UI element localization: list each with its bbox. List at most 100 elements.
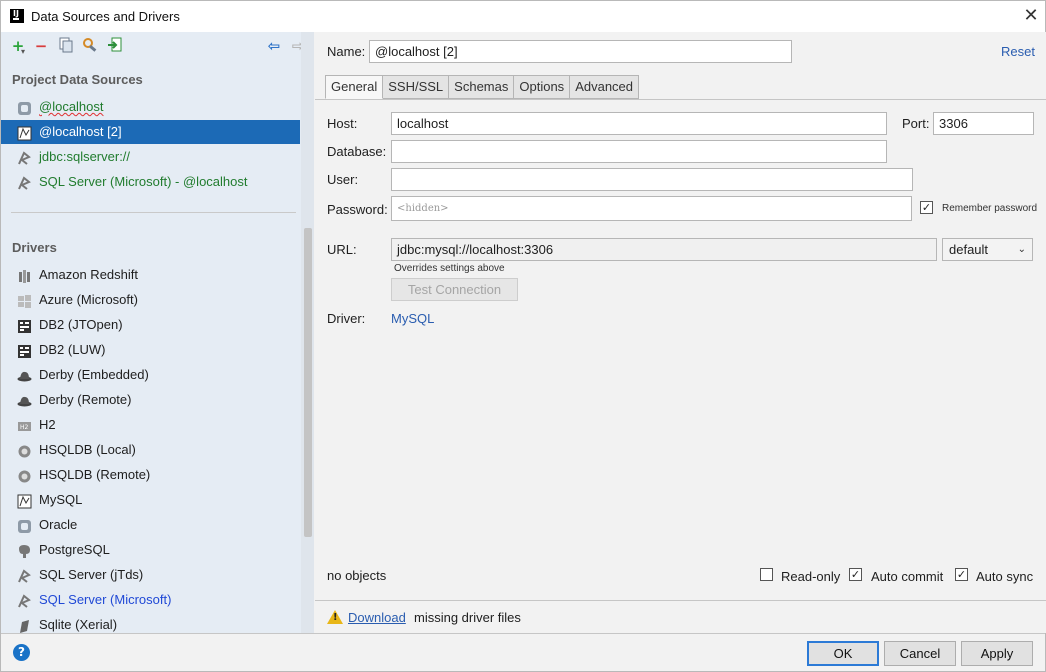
database-field[interactable]	[391, 140, 887, 163]
data-source-label: @localhost	[39, 99, 104, 114]
remember-password-checkbox[interactable]: ✓	[920, 201, 933, 214]
driver-label: Amazon Redshift	[39, 267, 138, 282]
host-label: Host:	[327, 116, 358, 131]
driver-item-hsqldb-local[interactable]: HSQLDB (Local)	[1, 438, 300, 462]
driver-label: SQL Server (Microsoft)	[39, 592, 172, 607]
driver-label: DB2 (JTOpen)	[39, 317, 123, 332]
driver-settings-icon[interactable]	[82, 37, 100, 55]
close-icon[interactable]: ✕	[1020, 5, 1042, 27]
add-icon[interactable]: + ▾	[9, 37, 27, 56]
mysql-icon	[17, 493, 32, 509]
hsqldb-icon	[17, 468, 32, 483]
driver-item-sqlserver-jtds[interactable]: SQL Server (jTds)	[1, 563, 300, 587]
driver-item-db2-luw[interactable]: DB2 (LUW)	[1, 338, 300, 362]
tab-bar: General SSH/SSL Schemas Options Advanced	[325, 75, 640, 99]
url-label: URL:	[327, 242, 357, 257]
auto-commit-label: Auto commit	[871, 569, 944, 584]
driver-item-derby-remote[interactable]: Derby (Remote)	[1, 388, 300, 412]
tab-advanced[interactable]: Advanced	[570, 75, 640, 99]
remember-password-label: Remember password	[942, 203, 1038, 214]
remove-icon[interactable]: −	[32, 37, 50, 55]
auto-sync-checkbox[interactable]: ✓	[955, 568, 968, 581]
h2-icon: H2	[17, 418, 32, 433]
cancel-button[interactable]: Cancel	[884, 641, 956, 666]
sqlserver-icon	[17, 568, 32, 583]
driver-label: PostgreSQL	[39, 542, 110, 557]
driver-item-oracle[interactable]: Oracle	[1, 513, 300, 537]
user-field[interactable]	[391, 168, 913, 191]
driver-label: H2	[39, 417, 56, 432]
driver-item-mysql[interactable]: MySQL	[1, 488, 300, 512]
sqlite-icon	[17, 618, 32, 633]
name-label: Name:	[327, 44, 366, 59]
url-field[interactable]: jdbc:mysql://localhost:3306	[391, 238, 937, 261]
driver-label: Sqlite (Xerial)	[39, 617, 118, 632]
duplicate-icon[interactable]	[57, 37, 75, 55]
tab-options[interactable]: Options	[514, 75, 571, 99]
tab-general[interactable]: General	[325, 75, 384, 99]
objects-status: no objects	[327, 568, 387, 583]
redshift-icon	[17, 268, 32, 283]
details-panel: Name: @localhost [2] Reset General SSH/S…	[315, 32, 1046, 633]
driver-label: SQL Server (jTds)	[39, 567, 144, 582]
mysql-icon	[17, 125, 32, 141]
url-mode-dropdown[interactable]: default ⌄	[942, 238, 1033, 261]
sidebar: + ▾ − ⇦ ⇨ Project Data Sources @localhost…	[1, 32, 314, 633]
tab-ssh-ssl[interactable]: SSH/SSL	[383, 75, 450, 99]
url-mode-value: default	[949, 242, 989, 257]
data-source-localhost-2[interactable]: @localhost [2]	[1, 120, 300, 144]
driver-warning-bar: Download missing driver files	[315, 600, 1046, 633]
driver-item-sqlserver-microsoft[interactable]: SQL Server (Microsoft)	[1, 588, 300, 612]
data-source-sqlserver-localhost[interactable]: SQL Server (Microsoft) - @localhost	[1, 170, 300, 194]
title-bar: IJ Data Sources and Drivers ✕	[1, 1, 1045, 32]
intellij-app-icon: IJ	[10, 9, 24, 23]
driver-link[interactable]: MySQL	[391, 311, 434, 326]
help-icon[interactable]: ?	[13, 644, 30, 661]
auto-commit-checkbox[interactable]: ✓	[849, 568, 862, 581]
project-data-sources-title: Project Data Sources	[12, 72, 143, 87]
back-arrow-icon[interactable]: ⇦	[265, 37, 283, 55]
driver-item-derby-embedded[interactable]: Derby (Embedded)	[1, 363, 300, 387]
host-field[interactable]: localhost	[391, 112, 887, 135]
derby-hat-icon	[17, 393, 32, 408]
driver-item-azure[interactable]: Azure (Microsoft)	[1, 288, 300, 312]
driver-label: HSQLDB (Local)	[39, 442, 136, 457]
warning-icon	[327, 610, 343, 624]
download-link[interactable]: Download	[348, 610, 406, 625]
password-field[interactable]: <hidden>	[391, 196, 912, 221]
window-title: Data Sources and Drivers	[31, 9, 180, 24]
user-label: User:	[327, 172, 359, 187]
oracle-icon	[17, 518, 32, 533]
sqlserver-icon	[17, 593, 32, 608]
driver-item-postgresql[interactable]: PostgreSQL	[1, 538, 300, 562]
sidebar-scrollbar-thumb[interactable]	[304, 228, 312, 537]
tab-schemas[interactable]: Schemas	[449, 75, 515, 99]
warning-text: missing driver files	[414, 610, 521, 625]
driver-label: Oracle	[39, 517, 78, 532]
chevron-down-icon: ⌄	[1017, 244, 1026, 255]
driver-label: Derby (Embedded)	[39, 367, 149, 382]
url-hint: Overrides settings above	[394, 263, 505, 274]
import-icon[interactable]	[106, 37, 124, 55]
data-source-jdbc-sqlserver[interactable]: jdbc:sqlserver://	[1, 145, 300, 169]
data-source-label: SQL Server (Microsoft) - @localhost	[39, 174, 248, 189]
driver-item-amazon-redshift[interactable]: Amazon Redshift	[1, 263, 300, 287]
ok-button[interactable]: OK	[807, 641, 879, 666]
name-field[interactable]: @localhost [2]	[369, 40, 792, 63]
driver-item-hsqldb-remote[interactable]: HSQLDB (Remote)	[1, 463, 300, 487]
derby-hat-icon	[17, 368, 32, 383]
driver-label: MySQL	[39, 492, 83, 507]
driver-label: HSQLDB (Remote)	[39, 467, 151, 482]
test-connection-button[interactable]: Test Connection	[391, 278, 518, 301]
driver-item-db2-jtopen[interactable]: DB2 (JTOpen)	[1, 313, 300, 337]
reset-link[interactable]: Reset	[1001, 44, 1035, 59]
apply-button[interactable]: Apply	[961, 641, 1033, 666]
db2-icon	[17, 343, 32, 358]
driver-item-h2[interactable]: H2 H2	[1, 413, 300, 437]
port-field[interactable]: 3306	[933, 112, 1034, 135]
postgresql-elephant-icon	[17, 543, 32, 558]
read-only-checkbox[interactable]	[760, 568, 773, 581]
data-source-localhost[interactable]: @localhost	[1, 95, 300, 119]
database-icon	[17, 100, 32, 115]
driver-label: Driver:	[327, 311, 366, 326]
